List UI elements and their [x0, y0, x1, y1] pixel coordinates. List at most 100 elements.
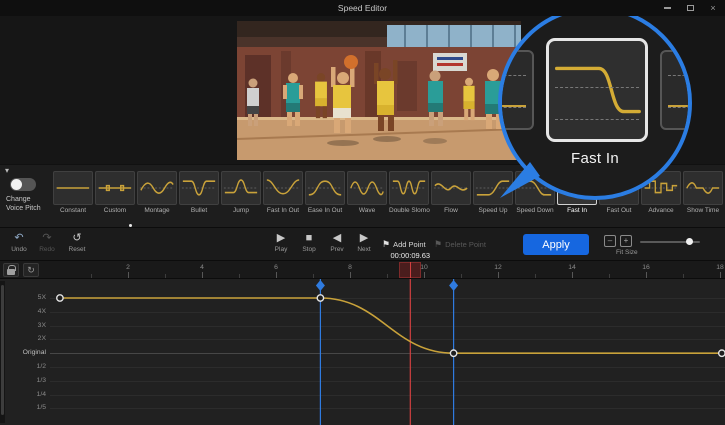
ruler-tick-label: 10: [416, 264, 432, 271]
preset-label: Fast In Out: [263, 207, 303, 214]
maximize-button[interactable]: [684, 2, 696, 14]
voice-pitch-label: Change Voice Pitch: [2, 195, 52, 213]
play-icon: ▶: [268, 232, 294, 245]
timeline-ruler[interactable]: ↻ 24681012141618: [0, 260, 725, 278]
maximize-icon: [687, 5, 694, 11]
neighbor-preset-right: [660, 50, 692, 130]
preset-tile[interactable]: Flow: [431, 171, 471, 214]
preset-tile[interactable]: Ease In Out: [305, 171, 345, 214]
preset-curve-icon: [221, 171, 261, 205]
preset-tile[interactable]: Constant: [53, 171, 93, 214]
video-preview: [237, 21, 521, 160]
playhead-line-ruler: [410, 262, 412, 278]
undo-icon: ↶: [6, 232, 32, 245]
minimize-icon: [664, 7, 671, 9]
preset-label: Wave: [347, 207, 387, 214]
preset-tile[interactable]: Jump: [221, 171, 261, 214]
preset-label: Double Slomo: [389, 207, 429, 214]
zoom-in-icon[interactable]: +: [620, 235, 632, 247]
preset-label: Speed Down: [515, 207, 555, 214]
ruler-tick-label: 12: [490, 264, 506, 271]
preset-label: Ease In Out: [305, 207, 345, 214]
keyframe-handle[interactable]: [449, 280, 458, 291]
next-button[interactable]: ▶Next: [351, 232, 377, 253]
close-button[interactable]: ×: [707, 2, 719, 14]
curve-canvas: [0, 279, 725, 425]
reset-icon: ↺: [64, 232, 90, 245]
preset-tile[interactable]: Wave: [347, 171, 387, 214]
voice-pitch-toggle[interactable]: [10, 178, 36, 191]
ruler-tick-label: 4: [194, 264, 210, 271]
keyframe-point[interactable]: [57, 295, 63, 301]
preset-label: Montage: [137, 207, 177, 214]
play-button[interactable]: ▶Play: [268, 232, 294, 253]
collapse-arrow-icon[interactable]: ▾: [5, 166, 9, 175]
fit-size-label: Fit Size: [616, 249, 638, 256]
close-icon: ×: [710, 3, 715, 13]
lock-button[interactable]: [3, 263, 19, 277]
playhead-timestamp: 00:00:09.63: [378, 251, 442, 260]
preset-curve-icon: [305, 171, 345, 205]
redo-button[interactable]: ↷Redo: [34, 232, 60, 253]
preset-curve-icon: [53, 171, 93, 205]
preset-label: Bullet: [179, 207, 219, 214]
keyframe-point[interactable]: [317, 295, 323, 301]
neighbor-preset-left: [498, 50, 534, 130]
keyframe-point[interactable]: [450, 350, 456, 356]
preset-curve-icon: [389, 171, 429, 205]
preset-tile[interactable]: Double Slomo: [389, 171, 429, 214]
ruler-tick-label: 2: [120, 264, 136, 271]
zoom-out-icon[interactable]: –: [604, 235, 616, 247]
apply-button[interactable]: Apply: [523, 234, 589, 255]
preset-curve-icon: [95, 171, 135, 205]
speed-editor-window: Speed Editor ×: [0, 0, 725, 425]
preset-tile[interactable]: Custom: [95, 171, 135, 214]
delete-point-flag-icon: ⚑: [434, 239, 442, 250]
refresh-button[interactable]: ↻: [23, 263, 39, 277]
undo-button[interactable]: ↶Undo: [6, 232, 32, 253]
preset-label: Jump: [221, 207, 261, 214]
ruler-tick-label: 14: [564, 264, 580, 271]
magnified-fast-in-tile: [546, 38, 648, 142]
add-point-button[interactable]: ⚑Add Point: [382, 239, 426, 250]
preset-tile[interactable]: Fast In Out: [263, 171, 303, 214]
preset-curve-icon: [683, 171, 723, 205]
preset-label: Speed Up: [473, 207, 513, 214]
ruler-tick-label: 18: [712, 264, 725, 271]
preset-curve-icon: [347, 171, 387, 205]
title-bar: Speed Editor ×: [0, 0, 725, 16]
prev-icon: ◀: [324, 232, 350, 245]
add-point-flag-icon: ⚑: [382, 239, 390, 250]
preset-tile[interactable]: Bullet: [179, 171, 219, 214]
keyframe-handle[interactable]: [316, 280, 325, 291]
preset-curve-icon: [137, 171, 177, 205]
preset-curve-icon: [263, 171, 303, 205]
keyframe-point[interactable]: [719, 350, 725, 356]
preset-label: Constant: [53, 207, 93, 214]
minimize-button[interactable]: [661, 2, 673, 14]
preset-tile[interactable]: Montage: [137, 171, 177, 214]
next-icon: ▶: [351, 232, 377, 245]
ruler-tick-label: 16: [638, 264, 654, 271]
preset-label: Fast Out: [599, 207, 639, 214]
reset-button[interactable]: ↺Reset: [64, 232, 90, 253]
delete-point-button[interactable]: ⚑Delete Point: [434, 239, 486, 250]
stop-button[interactable]: ■Stop: [296, 232, 322, 253]
speed-curve-path[interactable]: [60, 298, 725, 353]
zoom-slider-knob[interactable]: [686, 238, 693, 245]
speed-curve-editor: 5X4X3X2XOriginal1/21/31/41/5: [0, 278, 725, 425]
window-controls: ×: [661, 0, 719, 16]
preset-tile[interactable]: Show Time: [683, 171, 723, 214]
preset-label: Flow: [431, 207, 471, 214]
zoom-slider[interactable]: [640, 241, 700, 243]
prev-button[interactable]: ◀Prev: [324, 232, 350, 253]
voice-pitch-control: Change Voice Pitch: [2, 178, 52, 213]
preset-label: Advance: [641, 207, 681, 214]
preset-curve-icon: [179, 171, 219, 205]
lock-icon: [7, 269, 15, 275]
redo-icon: ↷: [34, 232, 60, 245]
ruler-tick-label: 8: [342, 264, 358, 271]
toolbar: ↶Undo ↷Redo ↺Reset ▶Play ■Stop ◀Prev ▶Ne…: [0, 227, 725, 260]
window-title: Speed Editor: [0, 3, 725, 13]
preset-label: Fast In: [557, 207, 597, 214]
